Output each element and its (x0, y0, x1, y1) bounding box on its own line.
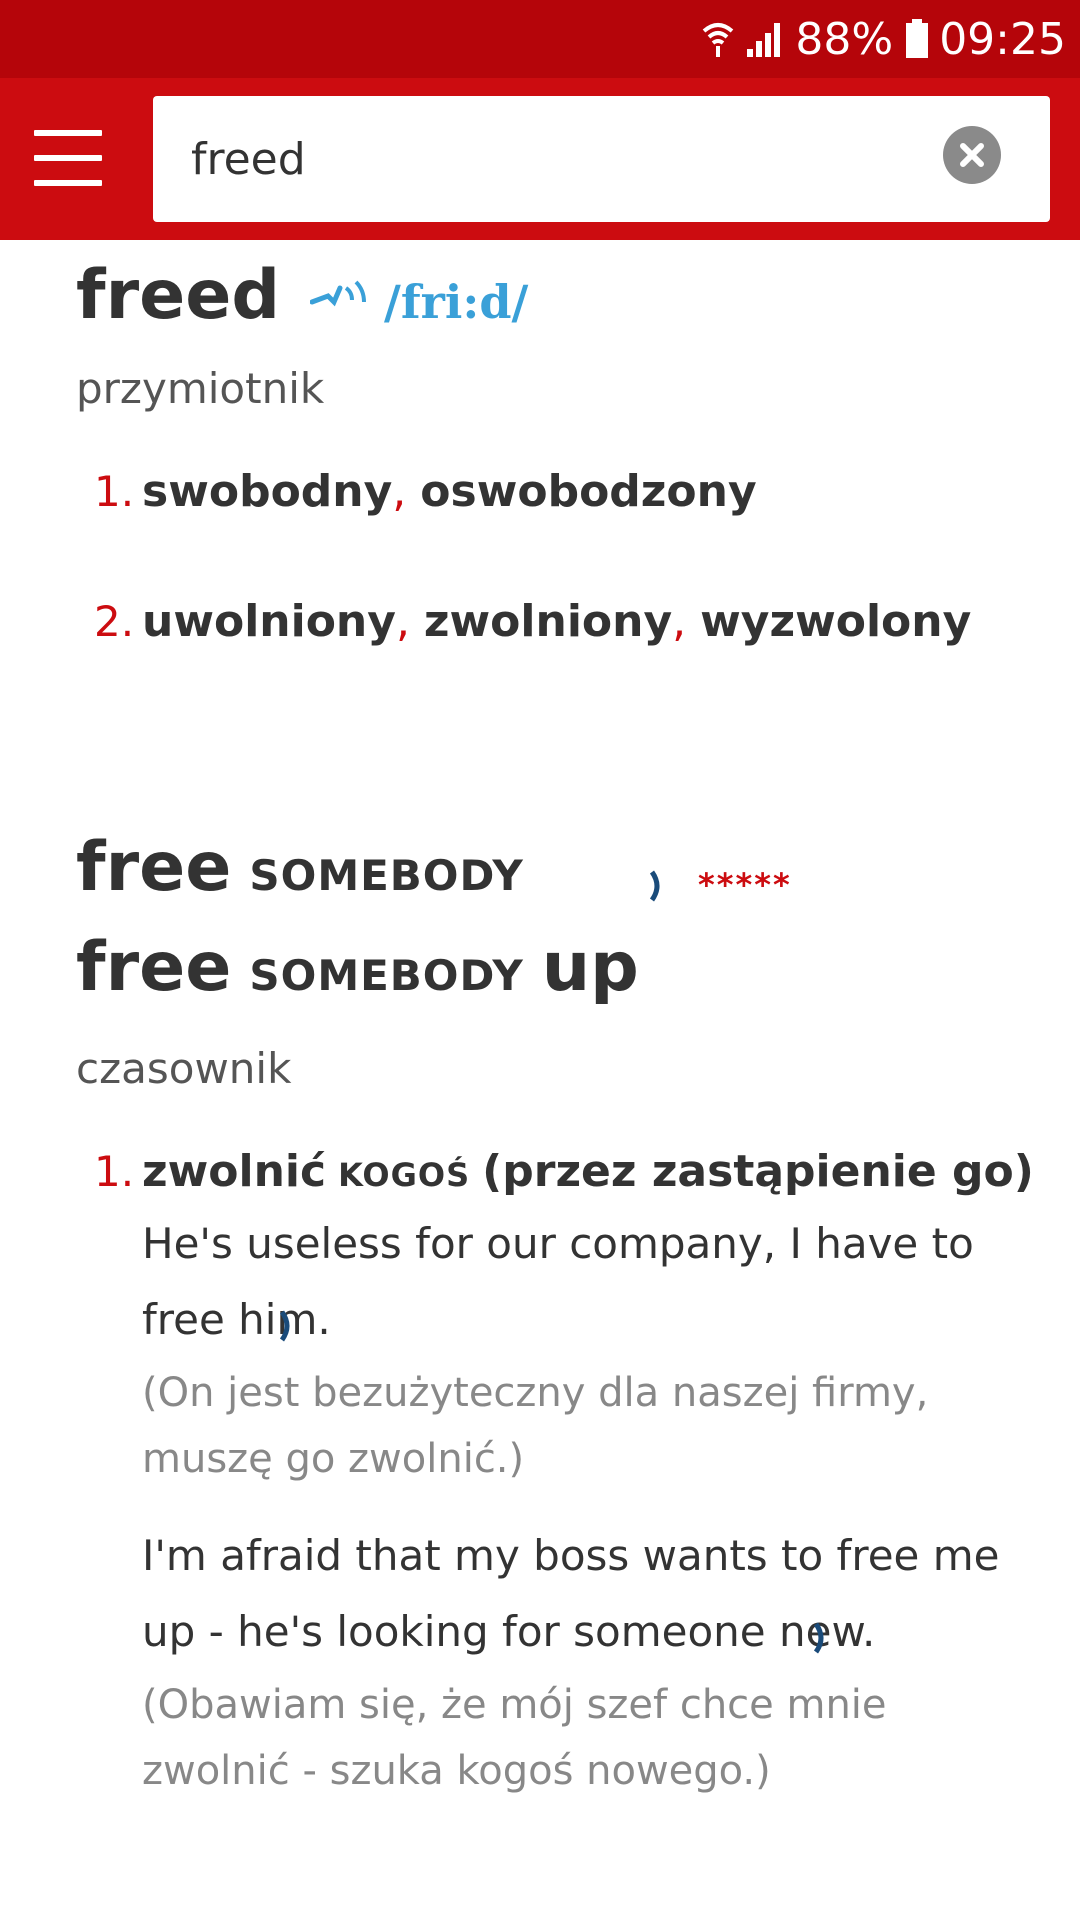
example-text: I'm afraid that my boss wants to free me… (142, 1531, 1000, 1656)
entry-free-somebody: free SOMEBODY (76, 828, 524, 907)
clear-search-icon[interactable] (943, 126, 1001, 184)
audio-play-icon[interactable] (648, 868, 668, 904)
example-translation: (On jest bezużyteczny dla naszej firmy, … (142, 1370, 929, 1482)
translation-word[interactable]: zwolnić (142, 1146, 326, 1197)
part-of-speech: czasownik (76, 1044, 292, 1093)
search-input[interactable] (191, 124, 931, 194)
example-translation: (Obawiam się, że mój szef chce mnie zwol… (142, 1682, 887, 1794)
sense-item: 1. swobodny, oswobodzony (94, 466, 757, 517)
sense-number: 1. (94, 1147, 135, 1196)
entry-free-somebody-up: free SOMEBODY up (76, 928, 639, 1007)
headword-particle: up (541, 928, 639, 1007)
headword-object: SOMEBODY (249, 951, 524, 1000)
sense-number: 1. (94, 467, 135, 516)
search-box (153, 96, 1050, 222)
audio-play-icon[interactable] (812, 1620, 832, 1656)
ipa-transcription: /fri:d/ (384, 275, 529, 329)
frequency-stars: ***** (698, 866, 792, 904)
example-sentence: I'm afraid that my boss wants to free me… (142, 1518, 1022, 1670)
wifi-icon (701, 19, 735, 59)
battery-percent: 88% (795, 13, 894, 65)
translation-word[interactable]: uwolniony (142, 596, 396, 647)
translation-word[interactable]: oswobodzony (420, 466, 756, 517)
signal-icon (745, 19, 785, 59)
example-sentence: He's useless for our company, I have to … (142, 1206, 1022, 1358)
audio-play-icon[interactable] (278, 1308, 298, 1344)
headword: free (76, 928, 232, 1007)
sense-number: 2. (94, 597, 135, 646)
sense-item: 1. zwolnić KOGOŚ (przez zastąpienie go) (94, 1146, 1034, 1197)
part-of-speech: przymiotnik (76, 364, 325, 413)
clock: 09:25 (939, 13, 1066, 65)
sense-item: 2. uwolniony, zwolniony, wyzwolony (94, 596, 971, 647)
status-icons: 88% 09:25 (701, 10, 1066, 68)
status-bar: 88% 09:25 (0, 0, 1080, 78)
hamburger-menu-icon[interactable] (34, 130, 102, 186)
sense-note: (przez zastąpienie go) (482, 1146, 1034, 1197)
headword: free (76, 828, 232, 907)
example-text: He's useless for our company, I have to … (142, 1219, 974, 1344)
translation-word[interactable]: zwolniony (424, 596, 672, 647)
entry-freed-header: freed /fri:d/ (76, 256, 528, 335)
app-bar (0, 78, 1080, 240)
sense-translations: swobodny, oswobodzony (142, 466, 757, 517)
battery-icon (905, 19, 929, 59)
translation-word[interactable]: swobodny (142, 466, 392, 517)
sense-translations: uwolniony, zwolniony, wyzwolony (142, 596, 972, 647)
translation-word[interactable]: wyzwolony (700, 596, 971, 647)
sense-object: KOGOŚ (338, 1156, 471, 1194)
headword: freed (76, 256, 281, 335)
pronunciation-audio-icon[interactable] (309, 278, 370, 314)
headword-object: SOMEBODY (249, 851, 524, 900)
